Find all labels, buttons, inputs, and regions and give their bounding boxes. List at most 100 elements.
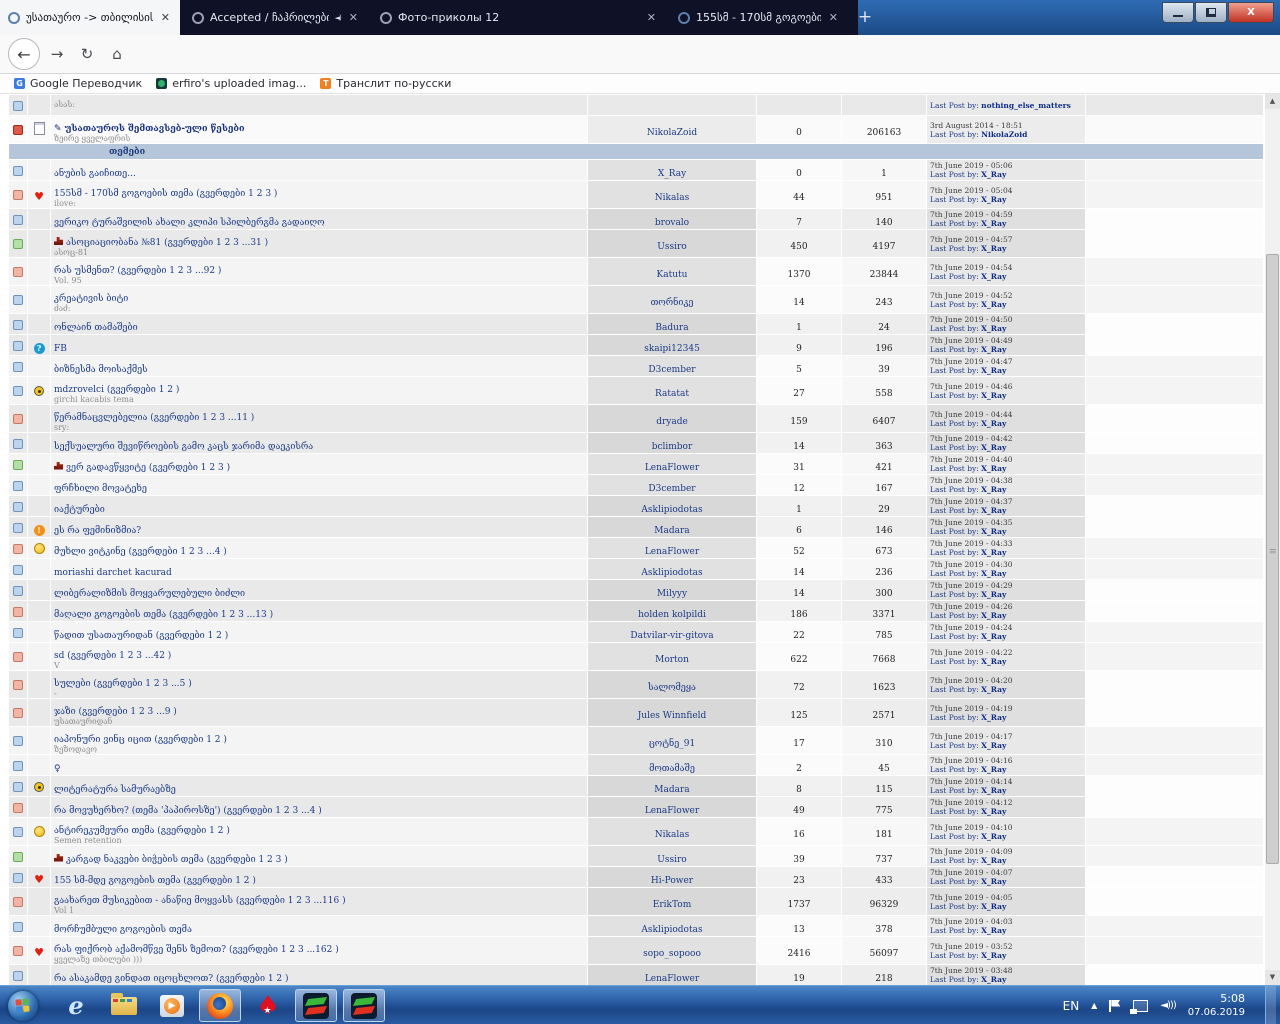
last-post-user-link[interactable]: X_Ray [981, 324, 1006, 333]
taskbar-flag-app-2[interactable] [343, 989, 385, 1022]
topic-title-link[interactable]: ლიბერალიზმის მოყვარულებული ბიძლი [54, 589, 245, 599]
home-button[interactable]: ⌂ [104, 41, 130, 67]
topic-title-link[interactable]: mdzrovelci (გვერდები 1 2 ) [54, 385, 179, 395]
topic-title-link[interactable]: ეს რა ფემინიზმია? [54, 526, 141, 536]
topic-title-link[interactable]: ონლაინ თამაშები [54, 323, 138, 333]
last-post-user-link[interactable]: X_Ray [981, 366, 1006, 375]
last-post-user-link[interactable]: X_Ray [981, 345, 1006, 354]
topic-author-link[interactable]: LenaFlower [645, 806, 699, 816]
last-post-user-link[interactable]: X_Ray [981, 951, 1006, 960]
topic-title-link[interactable]: ვერიკო ტურაშვილის ახალი კლიპი სპილბერგმა… [54, 218, 325, 228]
last-post-user-link[interactable]: X_Ray [981, 685, 1006, 694]
bookmark-google-translate[interactable]: G Google Переводчик [14, 77, 142, 90]
topic-author-link[interactable]: NikolaZoid [647, 128, 697, 138]
show-desktop-button[interactable] [1265, 986, 1276, 1024]
restore-button[interactable] [1195, 2, 1227, 23]
tray-expand-icon[interactable]: ▲ [1091, 1001, 1097, 1010]
last-post-user-link[interactable]: X_Ray [981, 170, 1006, 179]
taskbar-explorer[interactable] [103, 989, 145, 1022]
topic-author-link[interactable]: Milyyy [657, 589, 687, 599]
topic-title-link[interactable]: მორჩუმბული გოგოების თემა [54, 925, 192, 935]
tab-close-icon[interactable]: ✕ [159, 11, 172, 24]
topic-title-link[interactable]: ანტირეკუმეური თემა (გვერდები 1 2 ) [54, 826, 230, 836]
last-post-user-link[interactable]: X_Ray [981, 391, 1006, 400]
vertical-scrollbar[interactable]: ▲ ▼ [1265, 94, 1280, 985]
topic-author-link[interactable]: Jules Winnfield [638, 711, 707, 721]
topic-author-link[interactable]: Madara [654, 526, 689, 536]
topic-title-link[interactable]: რას უსმენთ? (გვერდები 1 2 3 ...92 ) [54, 266, 221, 276]
last-post-user-link[interactable]: X_Ray [981, 975, 1006, 984]
last-post-user-link[interactable]: NikolaZoid [981, 130, 1027, 139]
topic-title-link[interactable]: კარგად ნაკვები ბიჭების თემა (გვერდები 1 … [66, 855, 288, 865]
topic-title-link[interactable]: მუხლი ვიტკინე (გვერდები 1 2 3 ...4 ) [54, 547, 227, 557]
scroll-thumb[interactable] [1266, 254, 1279, 864]
last-post-user-link[interactable]: X_Ray [981, 548, 1006, 557]
topic-title-link[interactable]: sd (გვერდები 1 2 3 ...42 ) [54, 651, 171, 661]
last-post-user-link[interactable]: X_Ray [981, 195, 1006, 204]
close-button[interactable]: X [1228, 2, 1274, 23]
topic-author-link[interactable]: Katutu [657, 270, 688, 280]
topic-author-link[interactable]: X_Ray [658, 169, 686, 179]
topic-author-link[interactable]: მოთამაშე [649, 764, 695, 774]
tab-close-icon[interactable]: ✕ [827, 11, 840, 24]
tab-forum-untitled[interactable]: უსათაურო -> თბილისის ფო ✕ [0, 0, 180, 35]
taskbar-internet-explorer[interactable]: e [55, 989, 97, 1022]
topic-title-link[interactable]: moriashi darchet kacurad [54, 568, 172, 578]
topic-title-link[interactable]: სექსუალური შევიწროების გამო კაცს ჯარიმა … [54, 442, 313, 452]
topic-author-link[interactable]: Morton [655, 655, 689, 665]
clock[interactable]: 5:08 07.06.2019 [1188, 992, 1253, 1019]
topic-title-link[interactable]: 155სმ - 170სმ გოგოების თემა (გვერდები 1 … [54, 189, 277, 199]
reload-button[interactable]: ↻ [74, 41, 100, 67]
topic-title-link[interactable]: რა ასაკამდე გინდათ იცოცხლოთ? (გვერდები 1… [54, 974, 289, 984]
topic-title-link[interactable]: წერამნაცვლებელია (გვერდები 1 2 3 ...11 ) [54, 413, 254, 423]
tab-close-icon[interactable]: ✕ [645, 11, 658, 24]
topic-title-link[interactable]: ლიტერატურა სამურაებზე [54, 785, 176, 795]
topic-title-link[interactable]: კრეატივის ბიტი [54, 294, 128, 304]
last-post-user-link[interactable]: X_Ray [981, 902, 1006, 911]
topic-author-link[interactable]: Ussiro [657, 242, 686, 252]
topic-title-link[interactable]: ასოციაციობანა №81 (გვერდები 1 2 3 ...31 … [66, 238, 268, 248]
topic-author-link[interactable]: Datvilar-vir-gitova [630, 631, 713, 641]
last-post-user-link[interactable]: X_Ray [981, 877, 1006, 886]
last-post-user-link[interactable]: X_Ray [981, 856, 1006, 865]
topic-title-link[interactable]: რა მოვუხერხო? (თემა 'პაპიროსზე') (გვერდე… [54, 806, 322, 816]
topic-author-link[interactable]: skaipi12345 [644, 344, 700, 354]
topic-title-link[interactable]: რას ფიქრობ აქამომწვე შენს ზემოთ? (გვერდე… [54, 945, 339, 955]
start-button[interactable] [8, 990, 38, 1021]
last-post-user-link[interactable]: X_Ray [981, 506, 1006, 515]
topic-title-link[interactable]: 155 სმ-მდე გოგოების თემა (გვერდები 1 2 ) [54, 876, 256, 886]
topic-author-link[interactable]: sopo_sopooo [643, 949, 701, 959]
topic-author-link[interactable]: Madara [654, 785, 689, 795]
tab-audio-icon[interactable]: ◄) [335, 14, 342, 22]
topic-author-link[interactable]: bclimbor [652, 442, 693, 452]
last-post-user-link[interactable]: X_Ray [981, 657, 1006, 666]
language-indicator[interactable]: EN [1063, 999, 1080, 1013]
back-button[interactable]: ← [8, 38, 40, 70]
topic-title-link[interactable]: ვერ გადავწყვიტე (გვერდები 1 2 3 ) [66, 463, 230, 473]
topic-author-link[interactable]: Hi-Power [651, 876, 693, 886]
topic-title-link[interactable]: ჯაზი (გვერდები 1 2 3 ...9 ) [54, 707, 177, 717]
new-tab-button[interactable]: + [852, 6, 878, 30]
topic-title-link[interactable]: მაღალი გოგოების თემა (გვერდები 1 2 3 ...… [54, 610, 273, 620]
topic-author-link[interactable]: Ussiro [657, 855, 686, 865]
action-center-flag-icon[interactable] [1109, 999, 1121, 1012]
tab-accepted[interactable]: Accepted / ჩაჰრილები (ქა ◄) ✕ [184, 0, 368, 35]
topic-title-link[interactable]: ♀ [54, 764, 61, 774]
topic-title-link[interactable]: გაახარეთ მუსიკებით - ანაწიე მოყვასს (გვე… [54, 896, 346, 906]
topic-author-link[interactable]: Nikalas [655, 193, 689, 203]
last-post-user-link[interactable]: X_Ray [981, 765, 1006, 774]
topic-author-link[interactable]: LenaFlower [645, 547, 699, 557]
last-post-user-link[interactable]: X_Ray [981, 464, 1006, 473]
last-post-user-link[interactable]: X_Ray [981, 300, 1006, 309]
tab-close-icon[interactable]: ✕ [347, 11, 360, 24]
topic-author-link[interactable]: Nikalas [655, 830, 689, 840]
taskbar-pokerstars[interactable]: ♠ [247, 989, 289, 1024]
topic-author-link[interactable]: brovalo [655, 218, 689, 228]
topic-title-link[interactable]: ფრჩხილი მოვატეხე [54, 484, 147, 494]
topic-author-link[interactable]: ErikTom [653, 900, 691, 910]
last-post-user-link[interactable]: X_Ray [981, 611, 1006, 620]
bookmark-translit[interactable]: T Транслит по-русски [320, 77, 451, 90]
topic-title-link[interactable]: ✎ უსათაუროს შემთავსებ-ული წესები [54, 124, 245, 134]
topic-author-link[interactable]: სალომეყა [648, 683, 696, 693]
topic-author-link[interactable]: LenaFlower [645, 463, 699, 473]
